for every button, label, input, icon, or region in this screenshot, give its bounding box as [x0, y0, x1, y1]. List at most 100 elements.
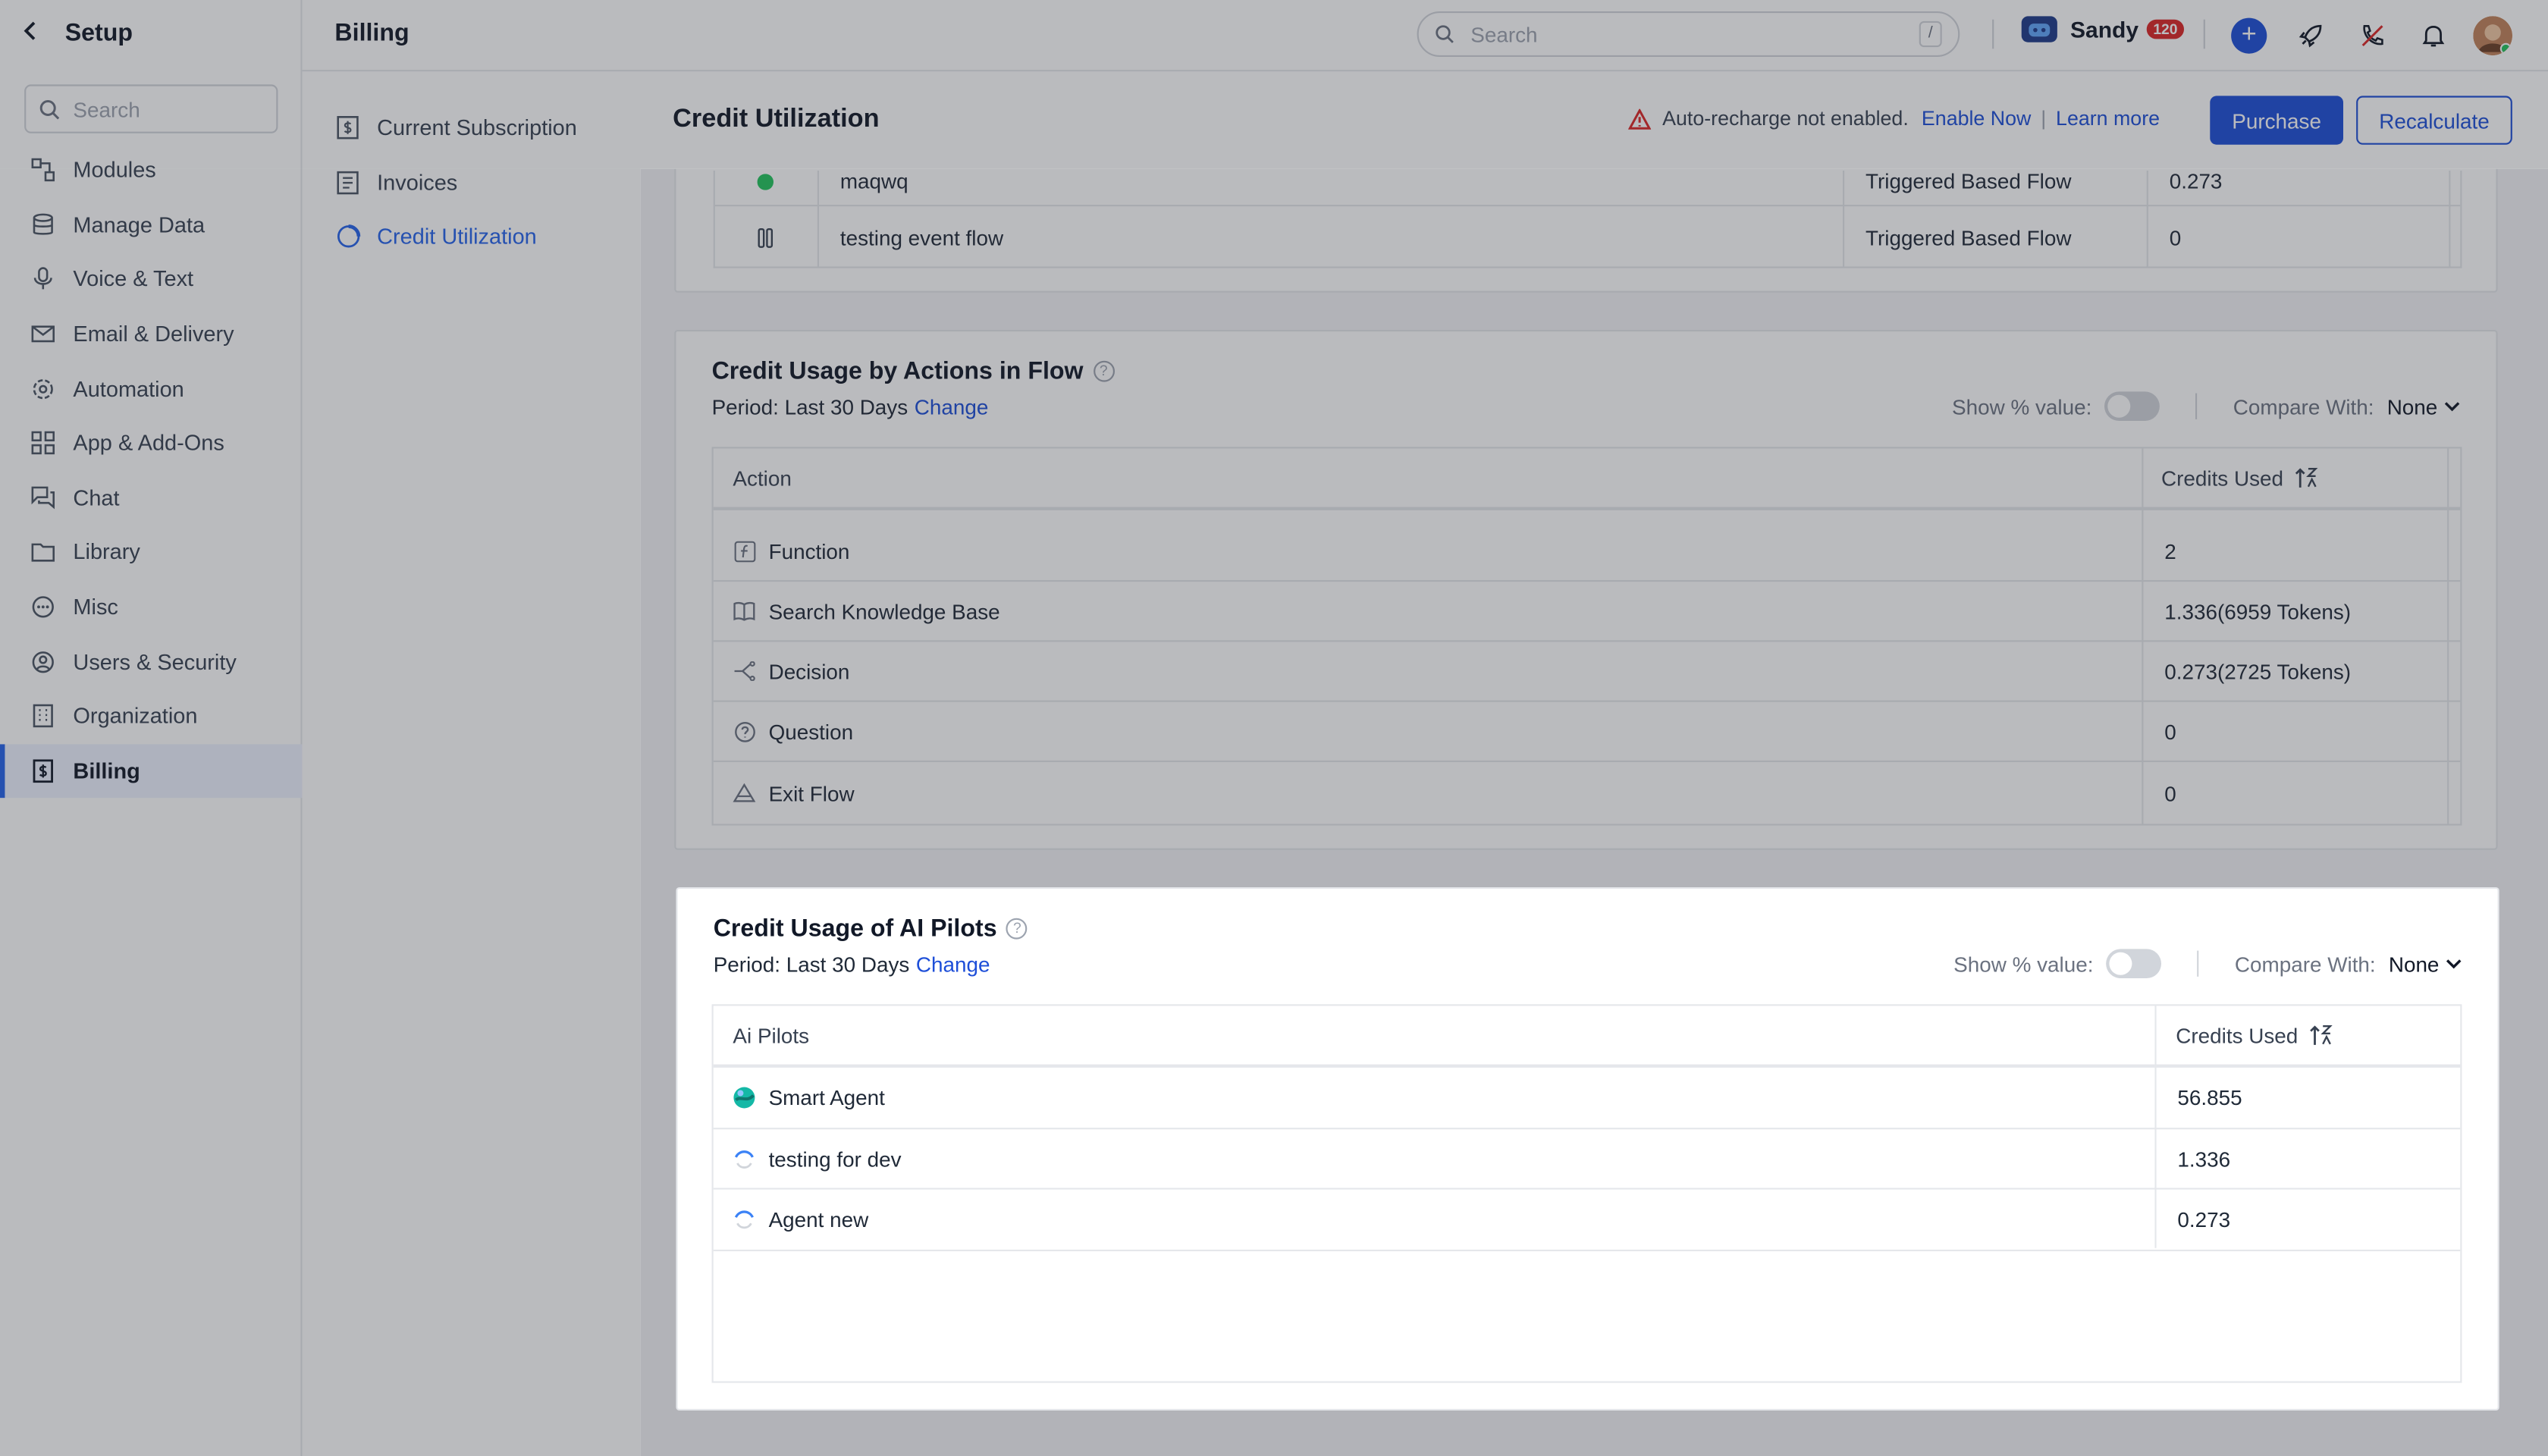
table-row: Function 2 [713, 522, 2461, 582]
sidebar-item-misc[interactable]: Misc [0, 579, 303, 634]
action-cell: Question [733, 702, 853, 761]
dots-circle-icon [30, 594, 55, 620]
search-shortcut-badge: / [1919, 20, 1942, 48]
controls-divider [2195, 393, 2198, 419]
col-pilot-header: Ai Pilots [733, 1022, 810, 1048]
pilot-cell: Agent new [733, 1190, 868, 1250]
topbar-divider [1992, 19, 1994, 49]
global-search-input[interactable]: Search / [1417, 11, 1960, 57]
pilots-period: Period: Last 30 Days Change [714, 952, 990, 977]
subnav-item-label: Credit Utilization [377, 224, 537, 249]
subnav-item-current-subscription[interactable]: Current Subscription [303, 101, 641, 155]
sidebar-item-label: Library [73, 540, 140, 565]
sidebar-item-email-delivery[interactable]: Email & Delivery [0, 307, 303, 362]
sidebar-item-users-security[interactable]: Users & Security [0, 634, 303, 689]
help-icon[interactable]: ? [1006, 918, 1028, 940]
show-pct-toggle[interactable] [2104, 391, 2160, 421]
action-credits: 1.336(6959 Tokens) [2164, 598, 2352, 623]
actions-table: Action Credits Used Function 2 Search Kn… [711, 447, 2462, 826]
agent-globe-icon [733, 1087, 755, 1109]
top-bar: Billing Search / Sandy 120 + [302, 0, 2548, 72]
sidebar-item-automation[interactable]: Automation [0, 362, 303, 416]
show-pct-toggle[interactable] [2106, 949, 2162, 978]
page-title: Billing [334, 19, 410, 48]
sidebar-item-chat[interactable]: Chat [0, 470, 303, 525]
change-period-link[interactable]: Change [915, 395, 989, 419]
agent-loading-icon [733, 1147, 755, 1170]
action-cell: Search Knowledge Base [733, 582, 1000, 640]
green-status-icon [757, 169, 774, 205]
sidebar-title: Setup [64, 18, 133, 47]
change-period-link[interactable]: Change [916, 952, 990, 977]
sidebar-item-label: Misc [73, 595, 118, 620]
controls-divider [2197, 950, 2199, 977]
sidebar-item-label: Voice & Text [73, 267, 194, 292]
recalculate-button[interactable]: Recalculate [2356, 96, 2512, 145]
sidebar-item-modules[interactable]: Modules [0, 143, 303, 198]
col-credits-header[interactable]: Credits Used [2161, 448, 2319, 507]
rocket-icon[interactable] [2291, 16, 2330, 55]
pilot-name: testing for dev [768, 1146, 902, 1171]
sidebar-item-label: Billing [73, 758, 140, 783]
sidebar-item-billing[interactable]: Billing [0, 743, 303, 799]
show-pct-label: Show % value: [1953, 951, 2094, 976]
sidebar-item-organization[interactable]: Organization [0, 689, 303, 743]
sidebar-item-label: Manage Data [73, 212, 206, 237]
phone-off-icon[interactable] [2353, 16, 2392, 55]
book-icon [733, 600, 755, 623]
user-badge: 120 [2146, 19, 2185, 39]
flow-name: testing event flow [839, 224, 1004, 249]
sort-icon [2295, 468, 2318, 488]
actions-period: Period: Last 30 Days Change [712, 395, 989, 419]
function-icon [733, 539, 755, 562]
warning-icon [1628, 108, 1652, 129]
enable-now-link[interactable]: Enable Now [1922, 107, 2031, 130]
credit-icon [334, 224, 360, 250]
flow-name: maqwq [839, 168, 908, 193]
col-credits-label: Credits Used [2176, 1022, 2299, 1048]
bell-icon[interactable] [2413, 16, 2452, 55]
col-credits-label: Credits Used [2161, 465, 2284, 491]
col-credits-header[interactable]: Credits Used [2176, 1006, 2333, 1064]
compare-value: None [2388, 951, 2440, 976]
flows-table: maqwq Triggered Based Flow 0.273 testing… [713, 168, 2462, 268]
subnav-item-credit-utilization[interactable]: Credit Utilization [303, 210, 641, 265]
table-row: Smart Agent 56.855 [713, 1068, 2461, 1130]
action-name: Decision [768, 658, 850, 684]
subnav-item-invoices[interactable]: Invoices [303, 155, 641, 210]
purchase-button[interactable]: Purchase [2210, 96, 2343, 145]
subnav-item-label: Current Subscription [377, 115, 577, 140]
user-chip[interactable]: Sandy 120 [2021, 16, 2185, 42]
learn-more-link[interactable]: Learn more [2056, 107, 2160, 130]
sidebar-item-app-addons[interactable]: App & Add-Ons [0, 416, 303, 471]
compare-with-select[interactable]: None [2389, 952, 2462, 976]
grid-icon [30, 430, 55, 456]
auto-recharge-alert: Auto-recharge not enabled. Enable Now | … [1628, 107, 2160, 130]
sidebar-item-voice-text[interactable]: Voice & Text [0, 253, 303, 307]
pilot-name: Smart Agent [768, 1085, 885, 1110]
flow-type: Triggered Based Flow [1866, 224, 2072, 249]
sidebar-item-manage-data[interactable]: Manage Data [0, 198, 303, 253]
help-icon[interactable]: ? [1093, 360, 1115, 382]
table-row: Agent new 0.273 [713, 1190, 2461, 1251]
table-header: Ai Pilots Credits Used [713, 1006, 2461, 1068]
action-credits: 0 [2164, 719, 2176, 744]
flow-credits: 0.273 [2169, 168, 2223, 193]
invoice-icon [334, 170, 360, 196]
sidebar-search-input[interactable]: Search [24, 84, 278, 133]
back-arrow-icon[interactable] [23, 20, 52, 46]
exit-icon [733, 782, 756, 805]
action-name: Question [768, 719, 854, 744]
profile-avatar[interactable] [2473, 16, 2512, 55]
sidebar-item-library[interactable]: Library [0, 525, 303, 579]
setup-sidebar: Setup Search Modules Manage Data Voice &… [0, 0, 303, 1456]
pilots-table: Ai Pilots Credits Used Smart Agent 56.85… [711, 1004, 2462, 1383]
subnav-item-label: Invoices [377, 170, 458, 195]
compare-with-select[interactable]: None [2387, 394, 2461, 419]
add-button[interactable]: + [2230, 16, 2268, 55]
billing-subnav: Current Subscription Invoices Credit Uti… [302, 71, 641, 1456]
pilots-controls: Show % value: Compare With: None [1953, 949, 2462, 978]
card-title-text: Credit Usage by Actions in Flow [711, 357, 1084, 385]
action-name: Search Knowledge Base [768, 598, 1000, 623]
building-icon [30, 703, 55, 729]
